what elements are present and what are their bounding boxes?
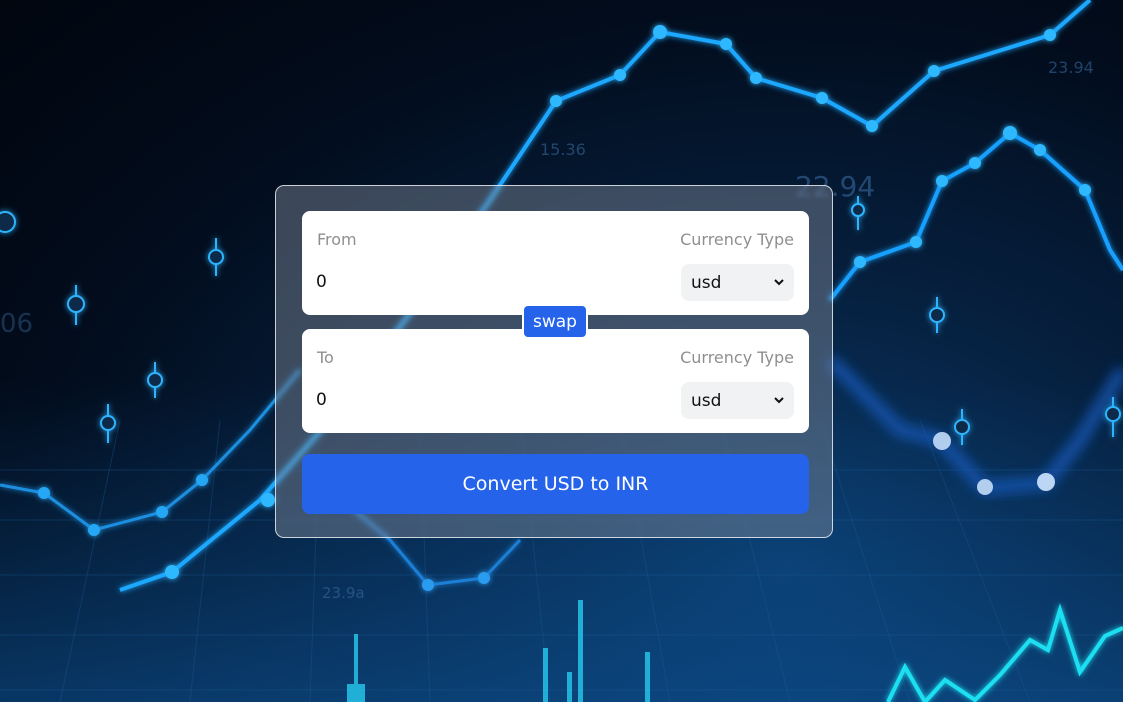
bg-number: 23.9a [322,584,365,602]
bg-number: 15.36 [540,140,586,159]
converter-card: From Currency Type usd To Currency Type … [275,185,833,538]
to-panel: To Currency Type usd [302,329,809,433]
chevron-down-icon [774,279,784,286]
swap-button[interactable]: swap [522,304,588,339]
to-amount-input[interactable] [316,387,646,413]
to-currency-value: usd [691,390,722,411]
from-panel: From Currency Type usd [302,211,809,315]
from-currency-type-label: Currency Type [680,230,794,249]
from-label: From [317,230,357,249]
to-currency-type-label: Currency Type [680,348,794,367]
chevron-down-icon [774,397,784,404]
to-label: To [317,348,334,367]
from-currency-select[interactable]: usd [681,264,794,301]
bg-number: 06 [0,309,33,339]
from-currency-value: usd [691,272,722,293]
from-amount-input[interactable] [316,269,646,295]
convert-button[interactable]: Convert USD to INR [302,454,809,514]
bg-number: 23.94 [1048,58,1094,77]
to-currency-select[interactable]: usd [681,382,794,419]
